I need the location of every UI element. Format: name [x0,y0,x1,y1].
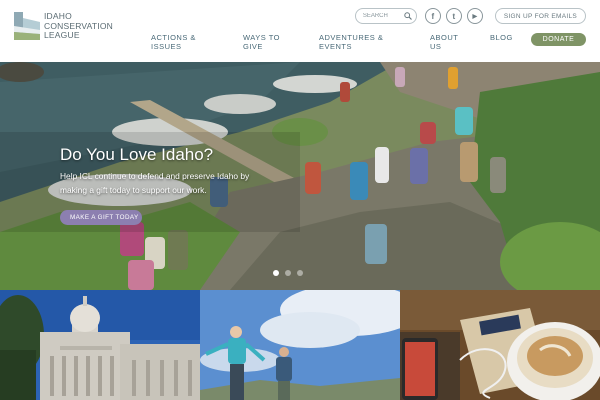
utility-bar: f t ▶ SIGN UP FOR EMAILS [354,8,586,24]
nav-label: ISSUES [151,42,182,51]
nav-label: ACTIONS & [151,33,196,42]
youtube-icon[interactable]: ▶ [466,8,483,24]
nav-item-about-us[interactable]: ABOUT US [430,33,458,51]
main-nav: ACTIONS & ISSUES WAYS TO GIVE ADVENTURES… [151,33,586,55]
carousel-dots [273,270,309,276]
nav-label: BLOG [490,33,513,42]
nav-label: EVENTS [319,42,353,51]
signup-emails-button[interactable]: SIGN UP FOR EMAILS [494,8,586,24]
logo-mark-icon [14,12,40,40]
search-icon[interactable] [404,12,412,20]
tile-capitol[interactable] [0,290,200,400]
make-a-gift-button[interactable]: MAKE A GIFT TODAY [60,210,142,225]
search-box[interactable] [354,8,417,24]
facebook-icon[interactable]: f [424,8,441,24]
coffee-photo [400,290,600,400]
nav-label: WAYS TO [243,33,280,42]
site-header: IDAHO CONSERVATION LEAGUE f t ▶ SIGN UP … [0,0,600,62]
donate-button[interactable]: DONATE [531,33,586,46]
hero-title: Do You Love Idaho? [60,145,214,164]
nav-item-adventures-events[interactable]: ADVENTURES & EVENTS [319,33,383,51]
nav-item-actions-issues[interactable]: ACTIONS & ISSUES [151,33,196,51]
carousel-dot-3[interactable] [297,270,303,276]
hero-carousel[interactable]: Do You Love Idaho? Help ICL continue to … [0,62,600,290]
logo[interactable]: IDAHO CONSERVATION LEAGUE [14,11,113,41]
search-input[interactable] [362,13,399,19]
tile-coffee[interactable] [400,290,600,400]
capitol-photo [0,290,200,400]
tile-hikers[interactable] [200,290,400,400]
nav-label: ABOUT [430,33,459,42]
feature-tiles [0,290,600,400]
nav-label: ADVENTURES & [319,33,384,42]
carousel-dot-2[interactable] [285,270,291,276]
nav-item-ways-to-give[interactable]: WAYS TO GIVE [243,33,280,51]
carousel-dot-1[interactable] [273,270,279,276]
logo-line-3: LEAGUE [44,30,80,40]
hikers-photo [200,290,400,400]
nav-label: US [430,42,442,51]
nav-label: GIVE [243,42,263,51]
twitter-icon[interactable]: t [445,8,462,24]
hero-subtitle: Help ICL continue to defend and preserve… [60,171,250,195]
nav-item-blog[interactable]: BLOG [490,33,513,42]
logo-text: IDAHO CONSERVATION LEAGUE [44,11,113,41]
